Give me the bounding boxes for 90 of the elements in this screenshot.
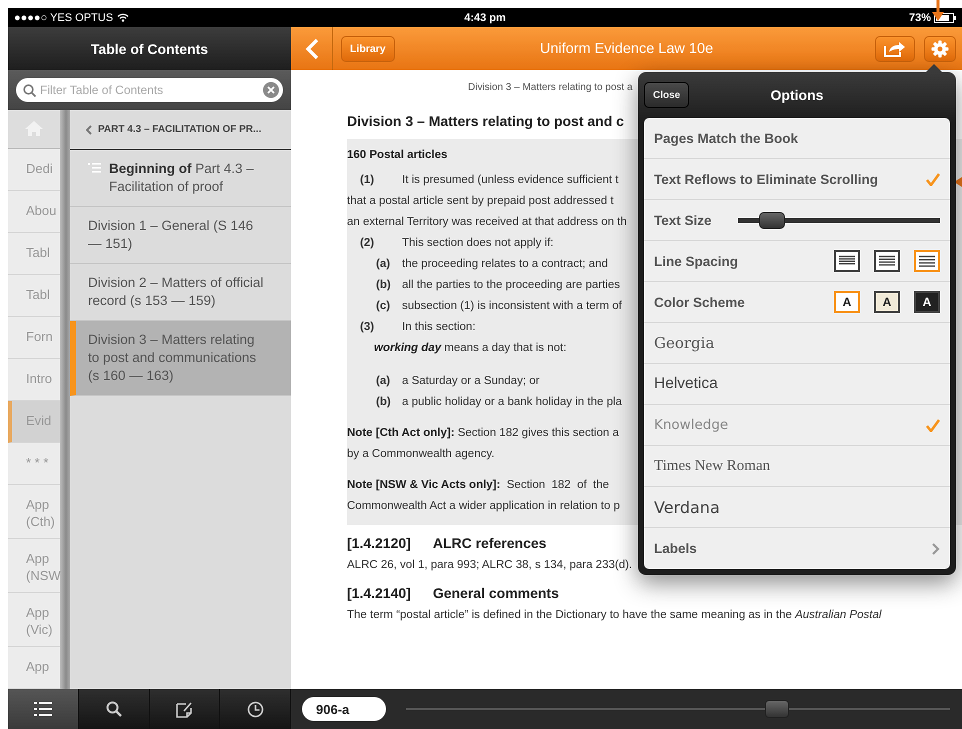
body-text: a public holiday or a bank holiday in the pla xyxy=(402,395,622,410)
paragraph-ref: [1.4.2140] xyxy=(347,585,411,601)
body-text: It is presumed (unless evidence sufficient t xyxy=(402,173,618,188)
wifi-icon xyxy=(117,13,130,22)
paragraph-letter: (b) xyxy=(376,395,392,410)
option-label: Text Size xyxy=(654,212,712,228)
subsection-number: (3) xyxy=(360,320,376,335)
option-label: Pages Match the Book xyxy=(654,130,798,146)
annotation-arrow xyxy=(931,0,945,22)
division-heading: Division 3 – Matters relating to post and c xyxy=(347,113,625,129)
clock-icon xyxy=(246,700,264,718)
section-title: 160 Postal articles xyxy=(347,148,448,163)
annotation-arrow xyxy=(954,176,962,188)
contents-item[interactable]: Division 3 – Matters relating to post and communications (s 160 — 163) xyxy=(70,321,291,396)
list-icon xyxy=(88,163,101,173)
toolbar-button[interactable] xyxy=(8,689,79,729)
line-spacing-icon xyxy=(838,255,856,267)
body-text: by a Commonwealth agency. xyxy=(347,448,494,460)
paragraph-letter: (a) xyxy=(376,374,392,389)
color-scheme-option[interactable]: A xyxy=(914,291,940,313)
search-icon xyxy=(23,84,36,97)
subsection-number: (2) xyxy=(360,236,376,251)
body-text: Commonwealth Act a wider application in relation to p xyxy=(347,500,620,512)
option-label: Line Spacing xyxy=(654,254,738,268)
font-option[interactable]: Knowledge xyxy=(644,405,950,446)
part-title[interactable]: PART 4.3 – FACILITATION OF PR... xyxy=(98,124,262,135)
clear-icon[interactable] xyxy=(263,82,279,98)
paragraph-letter: (b) xyxy=(376,278,392,293)
search-icon xyxy=(106,701,122,717)
body-text: that a postal article sent by prepaid post addressed t xyxy=(347,195,614,207)
option-row[interactable]: Pages Match the Book xyxy=(644,118,950,159)
color-scheme-option[interactable]: A xyxy=(834,291,860,313)
toolbar-button[interactable] xyxy=(150,689,220,729)
chevron-left-icon[interactable] xyxy=(86,124,92,134)
body-text: all the parties to the proceeding are parties xyxy=(402,278,620,293)
section-heading: General comments xyxy=(432,585,559,601)
filter-field[interactable]: Filter Table of Contents xyxy=(16,78,283,102)
note-text: Note [NSW & Vic Acts only]: Section 182 of the xyxy=(347,479,610,491)
body-text: a Saturday or a Sunday; or xyxy=(402,374,540,389)
popover-title: Options xyxy=(770,87,824,103)
note-text: Note [Cth Act only]: Section 182 gives this section a xyxy=(347,427,619,439)
gear-icon xyxy=(931,40,949,58)
library-button[interactable]: Library xyxy=(341,36,395,62)
line-spacing-option[interactable] xyxy=(874,250,900,272)
font-option[interactable]: Georgia xyxy=(644,323,950,364)
book-title: Uniform Evidence Law 10e xyxy=(540,40,714,56)
paragraph-ref: [1.4.2120] xyxy=(347,535,411,551)
share-icon xyxy=(884,40,906,56)
slider-thumb[interactable] xyxy=(758,212,785,228)
line-spacing-icon xyxy=(918,255,936,267)
option-label: Text Reflows to Eliminate Scrolling xyxy=(654,172,878,186)
toolbar-button[interactable] xyxy=(220,689,291,729)
panel-title: Table of Contents xyxy=(90,40,208,56)
clock-text: 4:43 pm xyxy=(464,12,506,24)
chevron-right-icon xyxy=(932,542,940,554)
slider-thumb[interactable] xyxy=(765,700,790,718)
font-option[interactable]: Verdana xyxy=(644,487,950,528)
settings-button[interactable] xyxy=(924,36,956,62)
body-text: ALRC 26, vol 1, para 993; ALRC 38, s 134, para 233(d). xyxy=(347,559,634,571)
body-text: The term “postal article” is defined in the Dictionary to have the same meaning as in the Australian Postal xyxy=(347,609,883,621)
body-text: This section does not apply if: xyxy=(402,236,554,251)
toolbar-button[interactable] xyxy=(78,689,150,729)
line-spacing-icon xyxy=(878,255,896,267)
font-option[interactable]: Helvetica xyxy=(644,364,950,405)
line-spacing-option[interactable] xyxy=(914,250,940,272)
carrier-text: ●●●●○ YES OPTUS xyxy=(14,12,114,24)
paragraph-letter: (c) xyxy=(376,299,392,314)
battery-text: 73% xyxy=(908,12,931,24)
line-spacing-option[interactable] xyxy=(834,250,860,272)
section-heading: ALRC references xyxy=(432,535,546,551)
list-icon xyxy=(34,702,52,716)
definition-text: working day means a day that is not: xyxy=(374,342,566,354)
body-text: subsection (1) is inconsistent with a term of xyxy=(402,299,622,314)
body-text: In this section: xyxy=(402,320,476,335)
page-field[interactable]: 906-a xyxy=(302,697,386,721)
body-text: an external Territory was received at that address on th xyxy=(347,216,627,228)
share-button[interactable] xyxy=(875,36,915,62)
option-label: Color Scheme xyxy=(654,294,745,310)
option-label: Labels xyxy=(654,541,697,556)
option-row[interactable]: Text Reflows to Eliminate Scrolling xyxy=(644,159,950,200)
subsection-number: (1) xyxy=(360,173,376,188)
paragraph-letter: (a) xyxy=(376,257,392,272)
running-head: Division 3 – Matters relating to post a xyxy=(468,82,634,93)
option-row[interactable]: Labels xyxy=(644,528,950,569)
color-scheme-option[interactable]: A xyxy=(874,291,900,313)
chevron-left-icon xyxy=(304,38,318,60)
close-button[interactable]: Close xyxy=(644,82,690,108)
font-option[interactable]: Times New Roman xyxy=(644,446,950,487)
body-text: the proceeding relates to a contract; and xyxy=(402,257,608,272)
note-edit-icon xyxy=(176,700,193,718)
